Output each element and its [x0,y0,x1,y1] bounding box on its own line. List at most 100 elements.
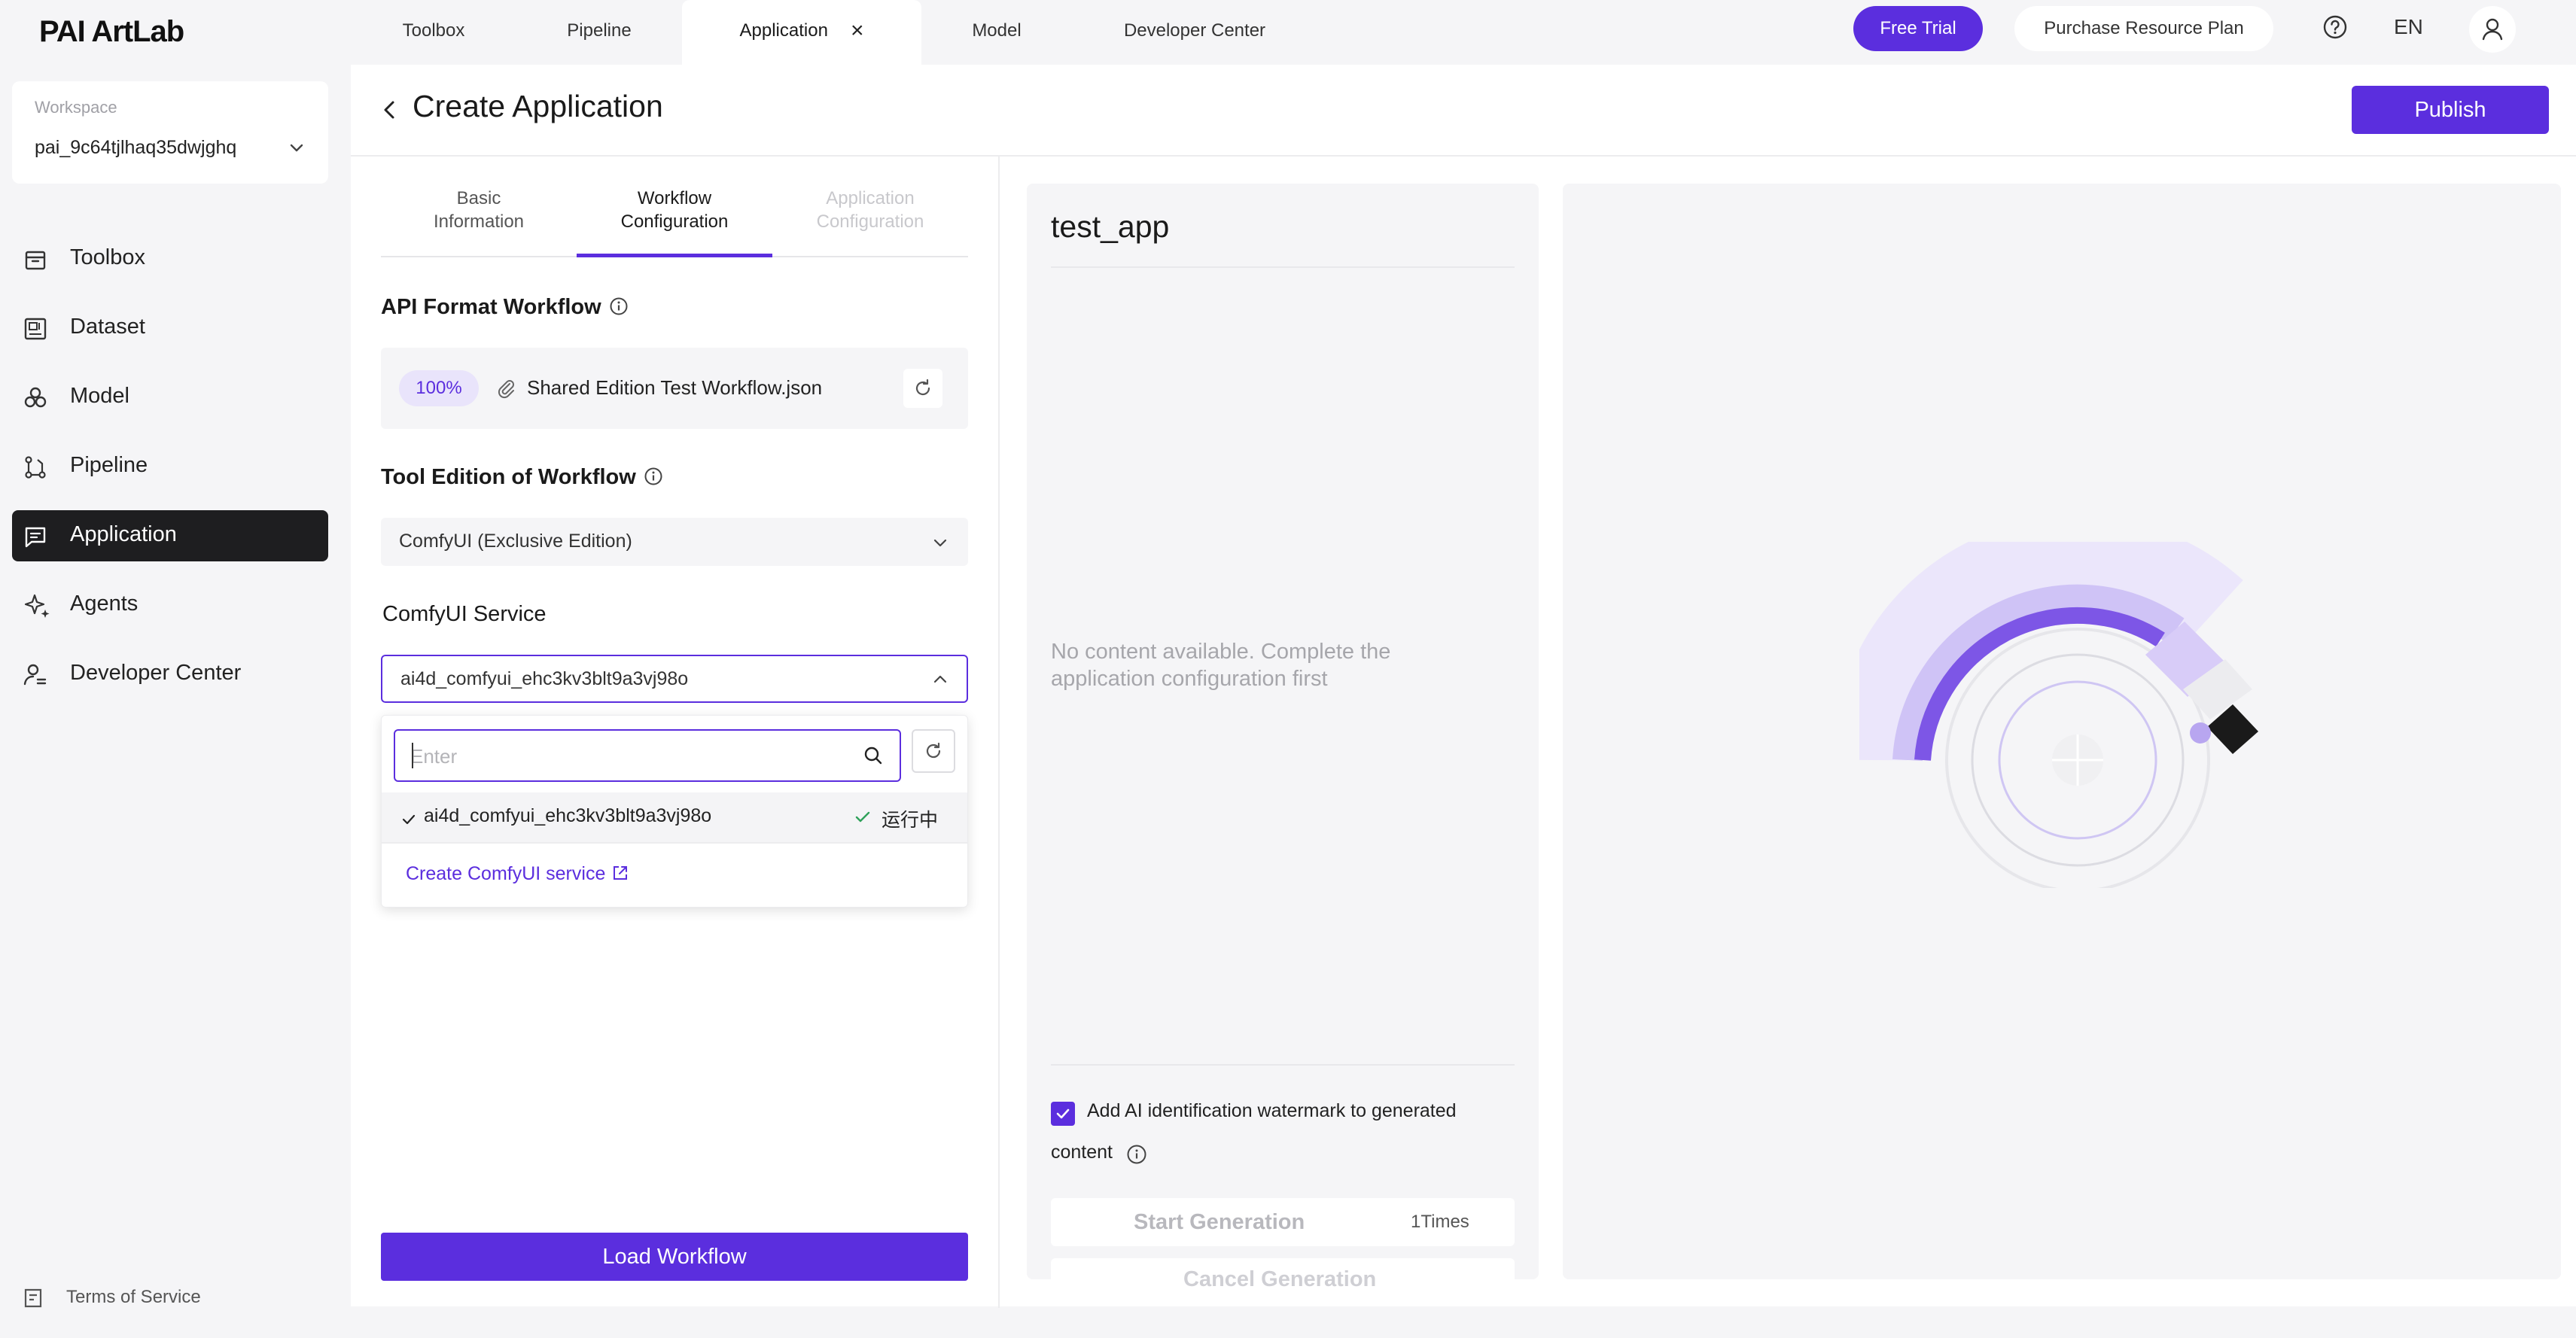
create-link-label: Create ComfyUI service [406,863,606,884]
external-link-icon [611,864,629,882]
create-comfyui-service-link[interactable]: Create ComfyUI service [406,863,629,885]
uploaded-file-row: 100% Shared Edition Test Workflow.json [381,348,968,429]
dropdown-divider [382,842,967,844]
user-avatar[interactable] [2469,6,2516,53]
status-check-icon [854,809,871,826]
sidebar-item-label: Toolbox [70,245,145,269]
sidebar-item-agents[interactable]: Agents [12,579,328,631]
workspace-value: pai_9c64tjlhaq35dwjghq [35,137,237,158]
sidebar-item-label: Agents [70,591,139,616]
active-tab-indicator [577,254,772,257]
info-icon[interactable] [609,296,629,316]
nav-tab-toolbox[interactable]: Toolbox [366,0,501,65]
info-icon[interactable] [644,467,663,486]
tool-edition-title: Tool Edition of Workflow [381,465,663,490]
check-icon [1056,1108,1070,1119]
step-label-line2: Configuration [620,211,729,232]
developer-center-icon [23,662,48,688]
close-icon[interactable]: × [851,0,864,62]
tool-edition-select[interactable]: ComfyUI (Exclusive Edition) [381,518,968,566]
tool-edition-value: ComfyUI (Exclusive Edition) [399,531,632,552]
sidebar-item-pipeline[interactable]: Pipeline [12,441,328,492]
service-option-name: ai4d_comfyui_ehc3kv3blt9a3vj98o [424,805,712,826]
tab-application-configuration[interactable]: Application Configuration [772,187,968,233]
api-format-workflow-title: API Format Workflow [381,295,629,320]
refresh-icon [926,742,941,759]
chevron-down-icon [932,534,948,551]
comfyui-service-dropdown: ai4d_comfyui_ehc3kv3blt9a3vj98o 运行中 Crea… [381,715,968,908]
nav-tab-pipeline[interactable]: Pipeline [527,0,671,65]
info-icon[interactable] [1126,1144,1147,1165]
logo[interactable]: PAI ArtLab [39,15,184,49]
start-generation-label: Start Generation [1134,1210,1305,1234]
tab-workflow-configuration[interactable]: Workflow Configuration [577,187,772,233]
sidebar-item-model[interactable]: Model [12,372,328,423]
sidebar-item-label: Developer Center [70,661,242,685]
empty-state-illustration [1859,542,2311,888]
agents-icon [23,593,51,619]
preview-divider [1051,1064,1515,1066]
nav-tab-developer-center[interactable]: Developer Center [1084,0,1305,65]
toolbox-icon [23,247,48,272]
start-generation-button[interactable]: Start Generation 1Times [1051,1198,1515,1246]
watermark-label-line2: content [1051,1142,1113,1163]
terms-label: Terms of Service [66,1287,201,1307]
workflow-file-name: Shared Edition Test Workflow.json [527,376,823,399]
application-icon [23,524,48,549]
free-trial-button[interactable]: Free Trial [1853,6,1983,51]
empty-state-text: No content available. Complete the appli… [1051,640,1391,691]
chevron-up-icon [932,671,948,688]
comfyui-service-title: ComfyUI Service [382,602,547,626]
preview-divider [1051,266,1515,268]
sidebar-item-label: Dataset [70,315,145,339]
sidebar-item-label: Application [70,522,177,546]
replace-file-button[interactable] [903,369,942,408]
section-label: API Format Workflow [381,295,601,319]
sidebar-item-toolbox[interactable]: Toolbox [12,233,328,284]
nav-tab-application-label: Application [739,20,828,41]
cancel-generation-button[interactable]: Cancel Generation [1051,1258,1515,1306]
back-icon[interactable] [379,96,400,123]
sidebar-item-developer-center[interactable]: Developer Center [12,649,328,700]
cancel-generation-label: Cancel Generation [1183,1267,1377,1291]
user-icon [2482,18,2503,41]
sidebar-item-dataset[interactable]: Dataset [12,303,328,354]
step-label-line1: Workflow [637,188,712,208]
purchase-resource-plan-button[interactable]: Purchase Resource Plan [2014,6,2273,51]
generation-count: 1Times [1411,1212,1469,1232]
pipeline-icon [23,455,48,480]
load-workflow-button[interactable]: Load Workflow [381,1233,968,1281]
nav-tab-application[interactable]: Application × [682,0,921,65]
tab-basic-information[interactable]: Basic Information [381,187,577,233]
preview-app-name: test_app [1051,209,1170,244]
text-caret [412,743,413,768]
step-label-line2: Information [433,211,525,232]
sidebar-item-application[interactable]: Application [12,510,328,561]
model-icon [23,385,48,411]
comfyui-service-select[interactable]: ai4d_comfyui_ehc3kv3blt9a3vj98o [381,655,968,703]
service-status: 运行中 [882,810,939,831]
sidebar-item-label: Model [70,384,129,408]
search-icon[interactable] [862,744,885,767]
service-search-box[interactable] [394,729,901,782]
workspace-selector[interactable]: Workspace pai_9c64tjlhaq35dwjghq [12,81,328,184]
page-title: Create Application [413,89,663,123]
service-option[interactable]: ai4d_comfyui_ehc3kv3blt9a3vj98o 运行中 [382,792,967,842]
service-search-input[interactable] [410,741,832,771]
publish-button[interactable]: Publish [2352,86,2549,134]
help-icon[interactable] [2322,14,2349,41]
check-icon [401,812,416,827]
nav-tab-model[interactable]: Model [936,0,1057,65]
language-switch[interactable]: EN [2394,15,2423,39]
refresh-services-button[interactable] [912,729,955,773]
header-divider [351,155,2576,157]
sidebar-item-label: Pipeline [70,453,148,477]
terms-of-service-link[interactable]: Terms of Service [23,1287,201,1309]
section-label: Tool Edition of Workflow [381,465,636,489]
document-icon [24,1288,42,1308]
column-divider [998,157,1000,1308]
watermark-checkbox[interactable] [1051,1102,1075,1126]
footer-strip [351,1308,2576,1338]
chevron-down-icon [288,138,306,157]
step-label-line1: Basic [456,188,501,208]
